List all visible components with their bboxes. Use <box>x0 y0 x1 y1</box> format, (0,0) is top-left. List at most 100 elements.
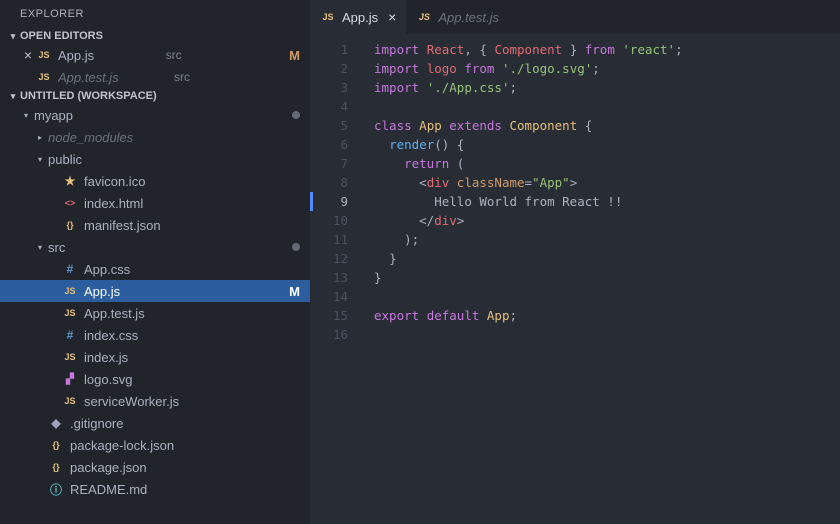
code-line: class App extends Component { <box>374 116 840 135</box>
line-number: 12 <box>310 249 348 268</box>
editor-tab[interactable]: JS App.test.js <box>406 0 509 34</box>
code-line: ); <box>374 230 840 249</box>
file-item[interactable]: {} package-lock.json <box>0 434 310 456</box>
code-line <box>374 97 840 116</box>
vscode-window: EXPLORER ▾ OPEN EDITORS ×JSApp.jssrcMJSA… <box>0 0 840 524</box>
favicon-icon: ★ <box>62 173 78 189</box>
line-number: 16 <box>310 325 348 344</box>
editor-tab[interactable]: JS App.js × <box>310 0 406 34</box>
tab-label: App.js <box>342 10 378 25</box>
code-line: import './App.css'; <box>374 78 840 97</box>
tree-item-label: index.css <box>84 328 300 343</box>
tree-item-label: index.html <box>84 196 300 211</box>
close-icon[interactable]: × <box>388 9 396 25</box>
js-icon: JS <box>320 9 336 25</box>
js-icon: JS <box>416 9 432 25</box>
modified-badge: M <box>289 284 300 299</box>
line-number: 7 <box>310 154 348 173</box>
js-icon: JS <box>62 283 78 299</box>
code-line: return ( <box>374 154 840 173</box>
open-editor-item[interactable]: JSApp.test.jssrc <box>0 66 310 88</box>
line-number: 15 <box>310 306 348 325</box>
info-icon: ⓘ <box>48 481 64 497</box>
open-editors-label: OPEN EDITORS <box>20 30 103 42</box>
file-item[interactable]: JSApp.test.js <box>0 302 310 324</box>
json-icon: {} <box>48 437 64 453</box>
js-icon: JS <box>62 305 78 321</box>
file-item[interactable]: ▞logo.svg <box>0 368 310 390</box>
workspace-header[interactable]: ▾ UNTITLED (WORKSPACE) <box>0 88 310 104</box>
tree-item-label: src <box>48 240 286 255</box>
tree-item-label: App.css <box>84 262 300 277</box>
line-number: 2 <box>310 59 348 78</box>
js-icon: JS <box>36 69 52 85</box>
file-item[interactable]: ⓘREADME.md <box>0 478 310 500</box>
tree-item-label: serviceWorker.js <box>84 394 300 409</box>
open-editor-item[interactable]: ×JSApp.jssrcM <box>0 44 310 66</box>
file-tree: ▾myapp▸node_modules▾public★favicon.ico<>… <box>0 104 310 500</box>
file-item[interactable]: # index.css <box>0 324 310 346</box>
line-number: 11 <box>310 230 348 249</box>
line-number: 3 <box>310 78 348 97</box>
code-line: } <box>374 249 840 268</box>
tab-label: App.test.js <box>438 10 499 25</box>
folder-item[interactable]: ▾myapp <box>0 104 310 126</box>
chevron-down-icon: ▾ <box>34 155 46 164</box>
chevron-down-icon: ▾ <box>34 243 46 252</box>
tab-bar: JS App.js × JS App.test.js <box>310 0 840 34</box>
file-item[interactable]: JS serviceWorker.js <box>0 390 310 412</box>
file-item[interactable]: {}package.json <box>0 456 310 478</box>
js-icon: JS <box>62 393 78 409</box>
tree-item-label: .gitignore <box>70 416 300 431</box>
file-item[interactable]: {} manifest.json <box>0 214 310 236</box>
workspace-label: UNTITLED (WORKSPACE) <box>20 90 157 102</box>
tree-item-label: node_modules <box>48 130 300 145</box>
open-editor-dir: src <box>174 70 190 84</box>
close-icon[interactable]: × <box>20 47 36 63</box>
code-area: 12345678910111213141516 import React, { … <box>310 34 840 524</box>
open-editor-dir: src <box>166 48 182 62</box>
tree-item-label: manifest.json <box>84 218 300 233</box>
code-content[interactable]: import React, { Component } from 'react'… <box>366 34 840 524</box>
open-editors-list: ×JSApp.jssrcMJSApp.test.jssrc <box>0 44 310 88</box>
open-editors-header[interactable]: ▾ OPEN EDITORS <box>0 28 310 44</box>
line-number: 1 <box>310 40 348 59</box>
line-number: 10 <box>310 211 348 230</box>
line-number: 4 <box>310 97 348 116</box>
line-number: 9 <box>310 192 348 211</box>
chevron-down-icon: ▾ <box>20 111 32 120</box>
dirty-dot-icon <box>292 111 300 119</box>
file-item[interactable]: <> index.html <box>0 192 310 214</box>
code-line: </div> <box>374 211 840 230</box>
code-line: <div className="App"> <box>374 173 840 192</box>
folder-item[interactable]: ▾public <box>0 148 310 170</box>
file-item[interactable]: JSindex.js <box>0 346 310 368</box>
folder-item[interactable]: ▸node_modules <box>0 126 310 148</box>
tree-item-label: App.js <box>84 284 283 299</box>
html-icon: <> <box>62 195 78 211</box>
chevron-down-icon: ▾ <box>6 31 20 42</box>
code-line: export default App; <box>374 306 840 325</box>
file-item[interactable]: ◆.gitignore <box>0 412 310 434</box>
code-line: } <box>374 268 840 287</box>
line-number: 5 <box>310 116 348 135</box>
json-icon: {} <box>62 217 78 233</box>
code-line <box>374 287 840 306</box>
sidebar: EXPLORER ▾ OPEN EDITORS ×JSApp.jssrcMJSA… <box>0 0 310 524</box>
file-item[interactable]: ★favicon.ico <box>0 170 310 192</box>
explorer-title: EXPLORER <box>0 0 310 28</box>
file-item[interactable]: # App.css <box>0 258 310 280</box>
line-gutter: 12345678910111213141516 <box>310 34 366 524</box>
css-icon: # <box>62 327 78 343</box>
line-number: 6 <box>310 135 348 154</box>
svg-icon: ▞ <box>62 371 78 387</box>
editor-area: JSApp.js×JSApp.test.js 12345678910111213… <box>310 0 840 524</box>
css-icon: # <box>62 261 78 277</box>
folder-item[interactable]: ▾src <box>0 236 310 258</box>
file-item[interactable]: JS App.js M <box>0 280 310 302</box>
modified-badge: M <box>289 48 300 63</box>
line-number: 13 <box>310 268 348 287</box>
code-line: render() { <box>374 135 840 154</box>
code-line: import React, { Component } from 'react'… <box>374 40 840 59</box>
tree-item-label: package-lock.json <box>70 438 300 453</box>
